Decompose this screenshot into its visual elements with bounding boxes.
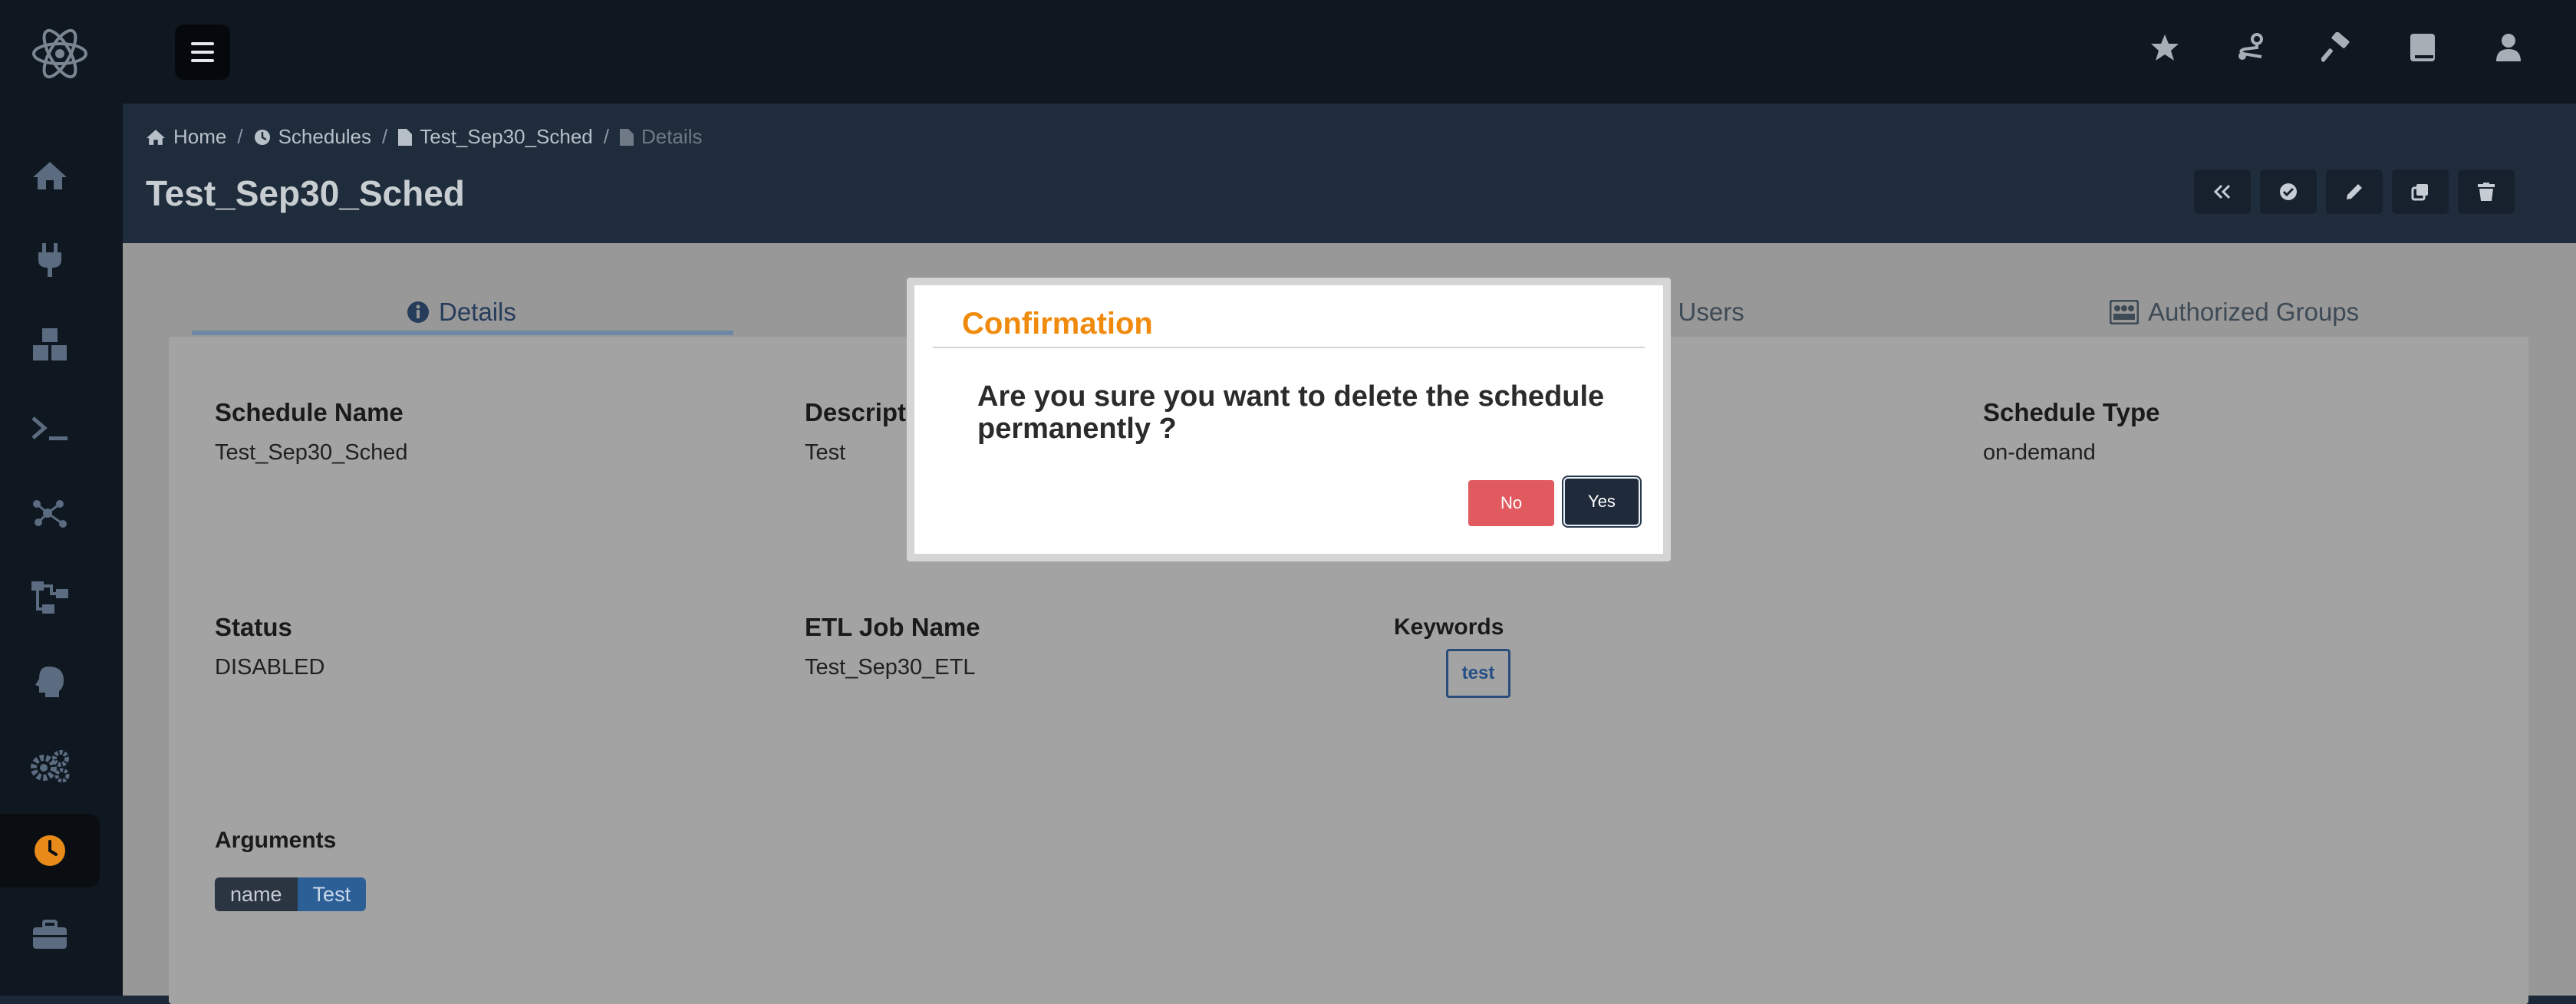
home-icon: [146, 129, 166, 146]
sidebar: [0, 104, 123, 996]
star-icon[interactable]: [2143, 26, 2186, 69]
schedule-type-label: Schedule Type: [1983, 398, 2160, 426]
info-circle-icon: [407, 301, 430, 324]
atom-logo-icon[interactable]: [29, 23, 91, 84]
no-button[interactable]: No: [1468, 480, 1554, 526]
etl-job-value: Test_Sep30_ETL: [805, 655, 976, 680]
sidebar-item-home[interactable]: [0, 139, 100, 212]
delete-button[interactable]: [2458, 170, 2515, 214]
breadcrumb-schedule[interactable]: Test_Sep30_Sched: [398, 125, 593, 149]
sidebar-item-models[interactable]: [0, 645, 100, 719]
enable-button[interactable]: [2260, 170, 2317, 214]
modal-content: Confirmation Are you sure you want to de…: [914, 285, 1663, 554]
top-navbar: [0, 0, 2576, 105]
sidebar-item-connections[interactable]: [0, 223, 100, 297]
briefcase-icon: [32, 920, 68, 950]
tab-details-label: Details: [439, 298, 516, 326]
status-label: Status: [215, 613, 292, 641]
users-rectangle-icon: [2110, 300, 2139, 324]
terminal-icon: [31, 416, 69, 442]
breadcrumb-current-label: Details: [641, 125, 703, 148]
sidebar-item-pipelines[interactable]: [0, 561, 100, 634]
cogs-icon: [30, 749, 70, 783]
clock-icon: [33, 834, 67, 867]
copy-icon: [2411, 183, 2429, 201]
breadcrumb-home[interactable]: Home: [146, 125, 226, 149]
etl-job-label: ETL Job Name: [805, 613, 980, 641]
status-value: DISABLED: [215, 655, 325, 680]
argument-value: Test: [297, 877, 367, 911]
tab-details[interactable]: Details: [407, 289, 516, 335]
pencil-icon: [2345, 183, 2364, 201]
clock-icon: [254, 129, 271, 146]
breadcrumb-schedules[interactable]: Schedules: [254, 125, 371, 149]
sidebar-item-settings[interactable]: [0, 729, 100, 803]
tab-authorized-groups-label: Authorized Groups: [2148, 298, 2360, 326]
sidebar-item-datasets[interactable]: [0, 308, 100, 381]
argument-pill: name Test: [215, 877, 367, 911]
sidebar-item-schedules[interactable]: [0, 814, 100, 887]
breadcrumb-home-label[interactable]: Home: [173, 125, 226, 149]
header-actions: [2194, 170, 2515, 214]
file-icon: [620, 128, 634, 146]
breadcrumb: Home / Schedules / Test_Sep30_Sched / De…: [146, 125, 702, 149]
modal-divider: [933, 347, 1645, 348]
file-icon: [398, 128, 413, 146]
sidebar-item-tools[interactable]: [0, 898, 100, 972]
trash-icon: [2478, 183, 2495, 201]
tab-authorized-groups[interactable]: Authorized Groups: [2110, 289, 2359, 335]
breadcrumb-schedule-label[interactable]: Test_Sep30_Sched: [420, 125, 593, 149]
book-icon[interactable]: [2401, 26, 2444, 69]
breadcrumb-schedules-label[interactable]: Schedules: [278, 125, 371, 149]
keyword-badge: test: [1446, 649, 1510, 698]
check-circle-icon: [2279, 183, 2298, 201]
sidebar-item-scripts[interactable]: [0, 392, 100, 466]
sitemap-icon: [31, 581, 68, 614]
back-button[interactable]: [2194, 170, 2251, 214]
tab-active-indicator: [192, 331, 733, 335]
copy-button[interactable]: [2392, 170, 2449, 214]
edit-button[interactable]: [2326, 170, 2383, 214]
schedule-type-value: on-demand: [1983, 440, 2096, 465]
confirmation-modal: Confirmation Are you sure you want to de…: [907, 278, 1671, 561]
modal-message: Are you sure you want to delete the sche…: [977, 380, 1605, 445]
user-icon[interactable]: [2487, 26, 2530, 69]
schedule-name-value: Test_Sep30_Sched: [215, 440, 408, 465]
boxes-icon: [33, 328, 67, 360]
modal-title: Confirmation: [962, 307, 1153, 341]
yes-button[interactable]: Yes: [1563, 477, 1640, 526]
sidebar-item-network[interactable]: [0, 476, 100, 550]
schedule-name-label: Schedule Name: [215, 398, 404, 426]
brain-icon: [33, 665, 67, 699]
page-title: Test_Sep30_Sched: [146, 173, 465, 213]
arguments-label: Arguments: [215, 828, 337, 853]
hammer-icon[interactable]: [2315, 26, 2358, 69]
network-icon: [32, 498, 68, 528]
bars-icon: [191, 42, 214, 62]
route-icon[interactable]: [2229, 26, 2272, 69]
description-value: Test: [805, 440, 846, 465]
keywords-label: Keywords: [1394, 614, 1504, 640]
hamburger-menu-button[interactable]: [175, 25, 230, 80]
breadcrumb-current: Details: [620, 125, 702, 149]
home-icon: [32, 160, 68, 191]
argument-key: name: [215, 877, 298, 911]
page-header: Home / Schedules / Test_Sep30_Sched / De…: [123, 104, 2576, 243]
angles-left-icon: [2214, 184, 2231, 199]
plug-icon: [37, 243, 63, 277]
description-label: Descripti: [805, 398, 914, 426]
